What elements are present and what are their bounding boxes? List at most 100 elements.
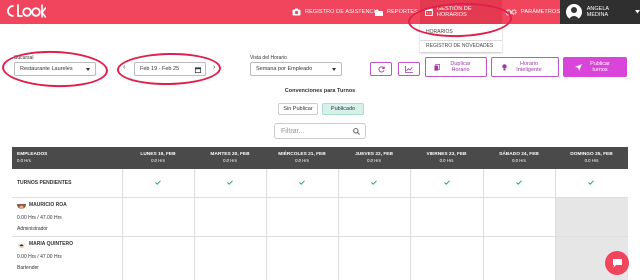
sucursal-label: Sucursal <box>14 55 34 61</box>
filter-input[interactable]: Filtrar... <box>274 123 366 139</box>
row-divider <box>12 236 628 237</box>
conventions-title: Convenciones para Turnos <box>284 88 356 94</box>
day-header-label: DOMINGO 25, FEB <box>570 152 613 157</box>
check-icon <box>155 180 161 185</box>
column-divider <box>266 169 267 280</box>
day-header-hours: 0.0 Hrs <box>223 158 237 163</box>
day-header-friday[interactable]: VIERNES 23, FEB 0.0 Hrs <box>410 152 483 174</box>
employee-avatar <box>17 239 26 248</box>
smart-label: Horario Inteligente <box>516 61 542 73</box>
check-icon <box>516 180 522 185</box>
pending-shifts-label: TURNOS PENDIENTES <box>17 180 72 186</box>
check-icon <box>371 180 377 185</box>
gears-icon <box>505 8 517 16</box>
column-divider <box>194 169 195 280</box>
vista-select[interactable]: Semana por Empleado <box>250 62 342 76</box>
nav-item-label: GESTIÓN DE HORARIOS <box>436 6 472 18</box>
dropdown-item-horarios[interactable]: HORARIOS <box>426 29 453 35</box>
day-header-label: LUNES 19, FEB <box>140 152 176 157</box>
date-range-value: Feb 19 - Feb 25 <box>140 66 180 72</box>
calendar-icon <box>425 8 433 16</box>
send-icon <box>575 63 582 71</box>
camera-icon <box>292 8 301 16</box>
nav-item-registro-asistencia[interactable]: REGISTRO DE ASISTENCIA <box>292 0 379 24</box>
calendar-icon <box>195 67 201 73</box>
day-header-label: MIÉRCOLES 21, FEB <box>278 152 326 157</box>
nav-item-gestion-horarios[interactable]: GESTIÓN DE HORARIOS <box>420 0 502 24</box>
top-nav-bar: REGISTRO DE ASISTENCIA REPORTES GESTIÓN … <box>0 0 640 24</box>
column-divider <box>483 169 484 280</box>
lightbulb-icon <box>502 63 507 70</box>
column-divider <box>338 169 339 280</box>
nav-item-label: REGISTRO DE ASISTENCIA <box>305 9 380 15</box>
nav-item-reportes[interactable]: REPORTES <box>375 0 418 24</box>
sucursal-select[interactable]: Restaurante Laureles <box>14 62 96 76</box>
day-header-hours: 0.0 Hrs <box>512 158 526 163</box>
day-header-sunday[interactable]: DOMINGO 25, FEB 0.0 Hrs <box>555 152 628 174</box>
employee-name[interactable]: MARIA QUINTERO <box>29 241 73 247</box>
employee-name[interactable]: MAURICIO ROA <box>29 202 67 208</box>
column-divider <box>555 169 556 280</box>
caret-down-icon <box>86 68 90 71</box>
date-range-picker[interactable]: Feb 19 - Feb 25 <box>134 62 206 76</box>
day-header-hours: 0.0 Hrs <box>367 158 381 163</box>
dropdown-divider <box>420 40 502 41</box>
employee-role: Bartender <box>17 265 39 271</box>
folder-icon <box>375 9 383 16</box>
vista-label: Vista del Horario <box>250 55 287 61</box>
nav-item-label: PARÁMETROS <box>521 9 561 15</box>
chat-bubble-icon <box>612 259 622 268</box>
nav-item-parametros[interactable]: PARÁMETROS <box>505 0 560 24</box>
caret-down-icon <box>332 68 336 71</box>
day-header-label: SÁBADO 24, FEB <box>499 152 539 157</box>
filter-placeholder: Filtrar... <box>281 127 305 135</box>
check-icon <box>444 180 450 185</box>
publish-shifts-button[interactable]: Publicar turnos <box>563 57 627 77</box>
day-header-saturday[interactable]: SÁBADO 24, FEB 0.0 Hrs <box>483 152 555 174</box>
user-menu[interactable]: ANGELA MEDINA <box>560 0 640 24</box>
check-icon <box>299 180 305 185</box>
user-avatar <box>566 4 582 20</box>
day-header-hours: 0.0 Hrs <box>151 158 165 163</box>
column-divider <box>122 169 123 280</box>
refresh-button[interactable] <box>370 62 392 76</box>
day-header-label: JUEVES 22, FEB <box>355 152 393 157</box>
employees-header: EMPLEADOS 0.0 Hrs <box>17 152 47 174</box>
clook-logo[interactable] <box>6 2 46 22</box>
search-icon <box>353 128 360 135</box>
day-header-tuesday[interactable]: MARTES 20, FEB 0.0 Hrs <box>194 152 266 174</box>
chart-icon <box>405 65 413 73</box>
refresh-icon <box>377 65 385 72</box>
vista-value: Semana por Empleado <box>256 66 313 72</box>
day-header-thursday[interactable]: JUEVES 22, FEB 0.0 Hrs <box>338 152 410 174</box>
day-header-hours: 0.0 Hrs <box>439 158 454 163</box>
horarios-dropdown-menu: HORARIOS REGISTRO DE NOVEDADES <box>420 24 502 52</box>
check-icon <box>588 180 594 185</box>
row-divider <box>12 197 628 198</box>
duplicate-schedule-button[interactable]: Duplicar Horario <box>425 57 487 77</box>
schedule-grid: EMPLEADOS 0.0 Hrs LUNES 19, FEB 0.0 Hrs … <box>12 147 628 280</box>
copy-icon <box>433 63 440 71</box>
day-header-label: VIERNES 23, FEB <box>426 152 467 157</box>
user-name: ANGELA MEDINA <box>586 6 609 18</box>
unpublished-badge: Sin Publicar <box>278 103 318 115</box>
day-header-hours: 0.0 Hrs <box>295 158 309 163</box>
stats-button[interactable] <box>398 62 420 76</box>
employees-header-label: EMPLEADOS <box>17 152 48 157</box>
nav-item-label: REPORTES <box>387 9 418 15</box>
employee-hours: 0.00 Hrs / 47.00 Hrs <box>17 254 62 260</box>
next-week-button[interactable]: › <box>213 64 215 71</box>
chevron-down-icon <box>635 10 640 14</box>
smart-schedule-button[interactable]: Horario Inteligente <box>491 57 559 77</box>
day-header-wednesday[interactable]: MIÉRCOLES 21, FEB 0.0 Hrs <box>266 152 338 174</box>
prev-week-button[interactable]: ‹ <box>123 64 125 71</box>
check-icon <box>227 180 233 185</box>
dropdown-item-registro-novedades[interactable]: REGISTRO DE NOVEDADES <box>426 43 493 49</box>
employee-hours: 0.00 Hrs / 47.00 Hrs <box>17 215 62 221</box>
employee-role: Administrador <box>17 226 48 232</box>
sucursal-value: Restaurante Laureles <box>20 66 73 72</box>
day-header-monday[interactable]: LUNES 19, FEB 0.0 Hrs <box>122 152 194 174</box>
chat-button[interactable] <box>605 251 629 275</box>
day-header-label: MARTES 20, FEB <box>210 152 250 157</box>
published-badge: Publicado <box>322 103 364 115</box>
